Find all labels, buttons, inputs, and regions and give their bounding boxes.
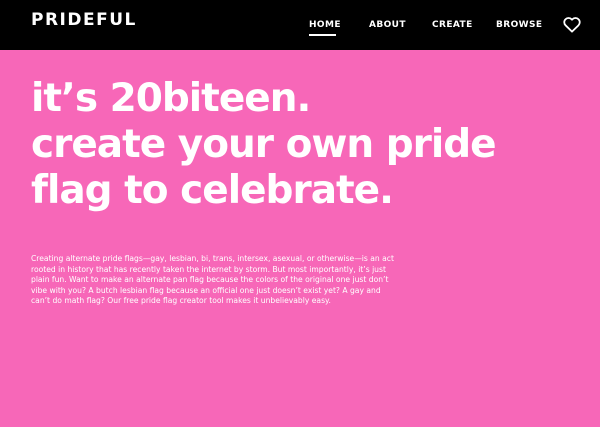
headline-line: create your own pride <box>31 122 497 167</box>
nav-home-link[interactable]: HOME <box>309 19 341 31</box>
nav-about-link[interactable]: ABOUT <box>369 19 406 31</box>
intro-paragraph: Creating alternate pride flags—gay, lesb… <box>31 254 394 305</box>
nav-create-link[interactable]: CREATE <box>432 19 473 31</box>
headline-line: it’s 20biteen. <box>31 76 311 121</box>
heart-icon[interactable] <box>563 16 581 33</box>
nav-browse-link[interactable]: BROWSE <box>496 19 542 31</box>
active-nav-indicator <box>309 34 336 36</box>
top-navbar: PRIDEFUL HOME ABOUT CREATE BROWSE <box>0 0 600 50</box>
hero-headline: it’s 20biteen. create your own pride fla… <box>31 76 591 214</box>
brand-logo[interactable]: PRIDEFUL <box>31 10 137 30</box>
headline-line: flag to celebrate. <box>31 168 394 213</box>
